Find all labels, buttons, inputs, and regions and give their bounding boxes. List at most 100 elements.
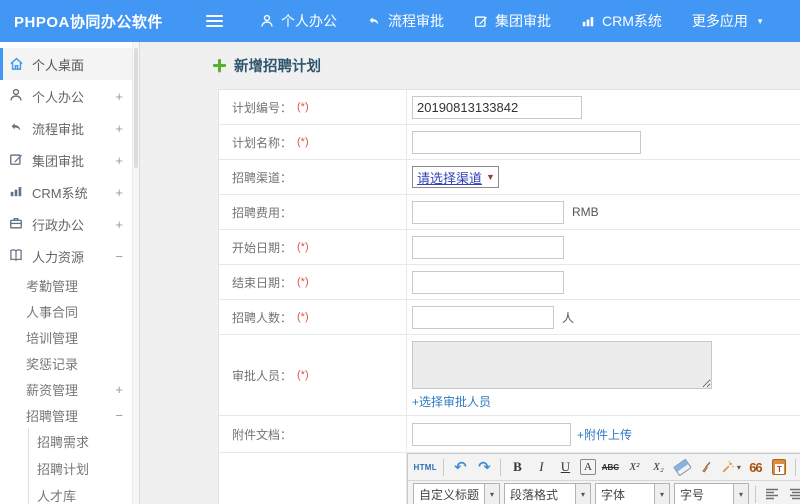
sidebar-item-talent-pool[interactable]: 人才库: [29, 482, 139, 504]
expand-toggle[interactable]: +: [115, 89, 123, 104]
topnav-label: 流程审批: [388, 13, 444, 29]
app-window: PHPOA协同办公软件 个人办公 流程审批 集团审批 CRM系统 更多应用 ▾ …: [0, 0, 800, 504]
end-date-input[interactable]: [412, 270, 564, 294]
custom-title-select[interactable]: 自定义标题 ▾: [413, 483, 501, 504]
expand-toggle[interactable]: +: [115, 121, 123, 136]
topnav-label: CRM系统: [602, 13, 662, 29]
font-border-button[interactable]: A: [579, 459, 596, 475]
field-label: 计划编号：: [232, 100, 293, 115]
topnav-workflow-approval[interactable]: 流程审批: [352, 0, 459, 42]
sidebar-item-admin-office[interactable]: 行政办公 +: [0, 208, 139, 240]
expand-toggle[interactable]: +: [115, 382, 123, 397]
sidebar-item-group-approval[interactable]: 集团审批 +: [0, 144, 139, 176]
sidebar-item-hr-contract[interactable]: 人事合同: [0, 298, 139, 324]
sidebar-item-personal-office[interactable]: 个人办公 +: [0, 80, 139, 112]
redo-button[interactable]: ↷: [475, 457, 494, 477]
page-title: 新增招聘计划: [213, 55, 800, 76]
sidebar-item-crm-system[interactable]: CRM系统 +: [0, 176, 139, 208]
topnav-label: 更多应用: [691, 13, 748, 29]
expand-toggle[interactable]: +: [115, 153, 123, 168]
eraser-button[interactable]: [673, 457, 692, 477]
sidebar-item-training[interactable]: 培训管理: [0, 324, 139, 350]
app-logo: PHPOA协同办公软件: [14, 13, 163, 31]
paste-text-button[interactable]: T: [770, 457, 789, 477]
sidebar-scrollbar[interactable]: [132, 42, 139, 504]
blockquote-button[interactable]: 66: [746, 457, 765, 477]
sidebar-item-rewards[interactable]: 奖惩记录: [0, 350, 139, 376]
unit-suffix: 人: [562, 310, 575, 325]
collapse-toggle[interactable]: −: [115, 249, 123, 264]
expand-toggle[interactable]: +: [115, 185, 123, 200]
fee-input[interactable]: [412, 200, 564, 224]
field-label: 结束日期：: [232, 275, 293, 290]
underline-button[interactable]: U: [556, 457, 575, 477]
plan-name-input[interactable]: [412, 130, 641, 154]
broom-icon: [702, 461, 711, 473]
collapse-toggle[interactable]: −: [115, 408, 123, 423]
superscript-button[interactable]: X²: [625, 457, 644, 477]
caret-down-icon: ▾: [484, 484, 500, 504]
briefcase-icon: [9, 216, 25, 232]
paragraph-select[interactable]: 段落格式 ▾: [504, 483, 592, 504]
sidebar-item-recruit-plan[interactable]: 招聘计划: [29, 455, 139, 482]
clipboard-icon: T: [772, 459, 787, 475]
form-row: 招聘人数： (*) 人: [219, 300, 800, 335]
form-row: 附件文档： +附件上传: [219, 416, 800, 453]
expand-toggle[interactable]: +: [115, 217, 123, 232]
sidebar-item-recruit-demand[interactable]: 招聘需求: [29, 428, 139, 455]
field-label: 招聘渠道：: [232, 170, 293, 185]
required-mark: (*): [297, 276, 309, 288]
currency-suffix: RMB: [572, 205, 599, 219]
select-approver-link[interactable]: +选择审批人员: [412, 395, 491, 409]
chart-icon: [9, 184, 25, 200]
form-row: 开始日期： (*): [219, 230, 800, 265]
sidebar-item-workflow-approval[interactable]: 流程审批 +: [0, 112, 139, 144]
align-left-icon: [766, 488, 779, 499]
process-icon: [9, 120, 25, 136]
menu-toggle-icon[interactable]: [206, 12, 223, 30]
process-icon: [367, 14, 381, 28]
topnav-label: 个人办公: [281, 13, 337, 29]
form-row: HTML ↶ ↷ B I U A ABC X² X₂ ▾ 66 T 自定义标题 …: [219, 453, 800, 504]
edit-icon: [9, 152, 25, 168]
attachment-input[interactable]: [412, 422, 571, 446]
topnav-more-apps[interactable]: 更多应用 ▾: [677, 0, 778, 42]
home-icon: [9, 56, 25, 72]
italic-button[interactable]: I: [532, 457, 551, 477]
caret-down-icon: ▾: [757, 15, 763, 26]
format-brush-button[interactable]: [697, 457, 716, 477]
rich-text-editor: HTML ↶ ↷ B I U A ABC X² X₂ ▾ 66 T 自定义标题 …: [407, 453, 800, 504]
autotypeset-button[interactable]: ▾: [721, 457, 741, 477]
recruit-plan-form: 计划编号： (*) 计划名称： (*) 招聘: [218, 89, 800, 504]
sidebar-item-attendance[interactable]: 考勤管理: [0, 272, 139, 298]
undo-button[interactable]: ↶: [451, 457, 470, 477]
plus-icon: [213, 59, 226, 72]
upload-attachment-link[interactable]: +附件上传: [577, 426, 632, 443]
topnav-personal-office[interactable]: 个人办公: [245, 0, 352, 42]
align-left-button[interactable]: [763, 484, 782, 504]
topnav-group-approval[interactable]: 集团审批: [459, 0, 566, 42]
required-mark: (*): [297, 369, 309, 381]
sidebar-item-recruitment[interactable]: 招聘管理 −: [0, 402, 139, 428]
plan-number-input[interactable]: [412, 95, 582, 119]
sidebar-item-salary[interactable]: 薪资管理 +: [0, 376, 139, 402]
sidebar-item-human-resources[interactable]: 人力资源 −: [0, 240, 139, 272]
html-source-button[interactable]: HTML: [414, 457, 437, 477]
approver-textarea[interactable]: [412, 341, 712, 389]
subscript-button[interactable]: X₂: [649, 457, 668, 477]
font-family-select[interactable]: 字体 ▾: [595, 483, 671, 504]
headcount-input[interactable]: [412, 305, 554, 329]
topnav-crm-system[interactable]: CRM系统: [566, 0, 677, 42]
caret-down-icon: ▾: [654, 484, 670, 504]
form-row: 计划编号： (*): [219, 90, 800, 125]
font-size-select[interactable]: 字号 ▾: [674, 483, 750, 504]
strikethrough-button[interactable]: ABC: [601, 457, 620, 477]
align-center-button[interactable]: [787, 484, 800, 504]
channel-select[interactable]: 请选择渠道 ▼: [412, 166, 499, 188]
topbar: PHPOA协同办公软件 个人办公 流程审批 集团审批 CRM系统 更多应用 ▾: [0, 0, 800, 42]
sidebar-item-personal-desktop[interactable]: 个人桌面: [0, 48, 139, 80]
topnav-label: 集团审批: [495, 13, 551, 29]
start-date-input[interactable]: [412, 235, 564, 259]
edit-icon: [474, 14, 488, 28]
bold-button[interactable]: B: [508, 457, 527, 477]
